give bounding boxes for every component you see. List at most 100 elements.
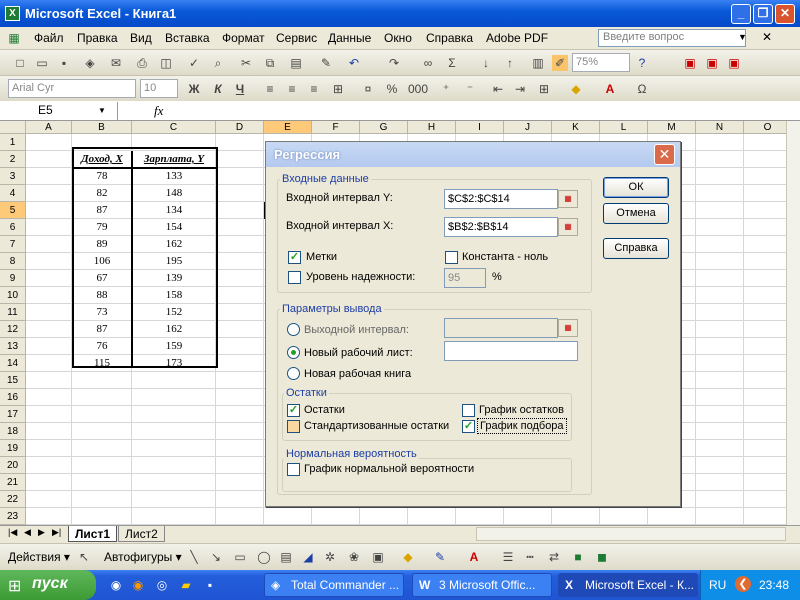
new-book-radio[interactable] bbox=[287, 367, 300, 380]
percent-icon[interactable]: % bbox=[384, 81, 400, 97]
income-cell[interactable]: 82 bbox=[72, 185, 132, 202]
input-x-field[interactable]: $B$2:$B$14 bbox=[444, 217, 558, 237]
decrease-decimal-icon[interactable]: ⁻ bbox=[462, 81, 478, 97]
next-sheet-icon[interactable]: ▶ bbox=[38, 527, 45, 538]
residuals-checkbox[interactable]: ✓ bbox=[287, 404, 300, 417]
autosum-icon[interactable]: Σ bbox=[444, 55, 460, 71]
spelling-icon[interactable]: ✓ bbox=[186, 55, 202, 71]
decrease-indent-icon[interactable]: ⇤ bbox=[490, 81, 506, 97]
drawing-icon[interactable]: ✐ bbox=[552, 55, 568, 71]
row-header-20[interactable]: 20 bbox=[0, 457, 26, 474]
merge-center-icon[interactable]: ⊞ bbox=[330, 81, 346, 97]
permission-icon[interactable]: ◈ bbox=[82, 55, 98, 71]
help-icon[interactable]: ? bbox=[634, 55, 650, 71]
preview-icon[interactable]: ◫ bbox=[158, 55, 174, 71]
pdf-email-icon[interactable]: ▣ bbox=[704, 55, 720, 71]
task-microsoft-excel[interactable]: X Microsoft Excel - К... bbox=[558, 573, 698, 597]
row-header-23[interactable]: 23 bbox=[0, 508, 26, 525]
comma-style-icon[interactable]: 000 bbox=[408, 81, 428, 97]
line-icon[interactable]: ╲ bbox=[186, 549, 202, 565]
income-cell[interactable]: 115 bbox=[72, 355, 132, 372]
column-header-e[interactable]: E bbox=[264, 121, 312, 134]
column-header-i[interactable]: I bbox=[456, 121, 504, 134]
row-header-3[interactable]: 3 bbox=[0, 168, 26, 185]
row-header-18[interactable]: 18 bbox=[0, 423, 26, 440]
ok-button[interactable]: ОК bbox=[603, 177, 669, 198]
research-icon[interactable]: ⌕ bbox=[210, 55, 226, 71]
oval-icon[interactable]: ◯ bbox=[256, 549, 272, 565]
help-button[interactable]: Справка bbox=[603, 238, 669, 259]
align-center-icon[interactable]: ≡ bbox=[284, 81, 300, 97]
fill-color-icon[interactable]: ◆ bbox=[568, 81, 584, 97]
output-range-collapse-icon[interactable]: ▦ bbox=[558, 319, 578, 337]
salary-cell[interactable]: 133 bbox=[132, 168, 216, 185]
line-style-icon[interactable]: ☰ bbox=[500, 549, 516, 565]
3d-icon[interactable]: ◼ bbox=[594, 549, 610, 565]
salary-cell[interactable]: 195 bbox=[132, 253, 216, 270]
align-right-icon[interactable]: ≡ bbox=[306, 81, 322, 97]
horizontal-scrollbar[interactable] bbox=[476, 527, 786, 541]
doc-close-icon[interactable]: ✕ bbox=[762, 30, 772, 44]
undo-icon[interactable]: ↶ bbox=[346, 55, 362, 71]
income-cell[interactable]: 89 bbox=[72, 236, 132, 253]
column-header-c[interactable]: C bbox=[132, 121, 216, 134]
row-header-9[interactable]: 9 bbox=[0, 270, 26, 287]
menu-window[interactable]: Окно bbox=[384, 31, 412, 45]
picture-icon[interactable]: ▣ bbox=[370, 549, 386, 565]
normal-plot-checkbox[interactable] bbox=[287, 463, 300, 476]
tray-arrow-icon[interactable]: ❮ bbox=[735, 576, 751, 592]
borders-icon[interactable]: ⊞ bbox=[536, 81, 552, 97]
autoshapes-menu[interactable]: Автофигуры ▾ bbox=[104, 550, 182, 564]
income-header-cell[interactable]: Доход, X bbox=[72, 151, 132, 168]
income-cell[interactable]: 67 bbox=[72, 270, 132, 287]
increase-indent-icon[interactable]: ⇥ bbox=[512, 81, 528, 97]
row-header-1[interactable]: 1 bbox=[0, 134, 26, 151]
arrow-style-icon[interactable]: ⇄ bbox=[546, 549, 562, 565]
quicklaunch-ie-icon[interactable]: ◉ bbox=[108, 577, 124, 593]
confidence-checkbox[interactable] bbox=[288, 271, 301, 284]
menu-tools[interactable]: Сервис bbox=[276, 31, 317, 45]
fit-plot-checkbox[interactable]: ✓ bbox=[462, 420, 475, 433]
pdf-review-icon[interactable]: ▣ bbox=[726, 55, 742, 71]
select-all-corner[interactable] bbox=[0, 121, 26, 134]
salary-cell[interactable]: 173 bbox=[132, 355, 216, 372]
row-header-12[interactable]: 12 bbox=[0, 321, 26, 338]
line-color-icon[interactable]: ✎ bbox=[432, 549, 448, 565]
salary-cell[interactable]: 159 bbox=[132, 338, 216, 355]
sheet-tab-1[interactable]: Лист1 bbox=[68, 526, 118, 542]
bold-button[interactable]: Ж bbox=[186, 81, 202, 97]
diagram-icon[interactable]: ✲ bbox=[322, 549, 338, 565]
column-header-m[interactable]: M bbox=[648, 121, 696, 134]
new-sheet-field[interactable] bbox=[444, 341, 578, 361]
menu-file[interactable]: Файл bbox=[34, 31, 64, 45]
format-painter-icon[interactable]: ✎ bbox=[318, 55, 334, 71]
confidence-field[interactable]: 95 bbox=[444, 268, 486, 288]
row-header-6[interactable]: 6 bbox=[0, 219, 26, 236]
menu-adobe-pdf[interactable]: Adobe PDF bbox=[486, 31, 548, 45]
row-header-7[interactable]: 7 bbox=[0, 236, 26, 253]
column-header-h[interactable]: H bbox=[408, 121, 456, 134]
font-size-select[interactable]: 10 bbox=[140, 79, 178, 98]
restore-button[interactable]: ❐ bbox=[753, 4, 773, 24]
menu-help[interactable]: Справка bbox=[426, 31, 473, 45]
align-left-icon[interactable]: ≡ bbox=[262, 81, 278, 97]
sort-desc-icon[interactable]: ↑ bbox=[502, 55, 518, 71]
underline-button[interactable]: Ч bbox=[232, 81, 248, 97]
income-cell[interactable]: 78 bbox=[72, 168, 132, 185]
hyperlink-icon[interactable]: ∞ bbox=[420, 55, 436, 71]
cut-icon[interactable]: ✂ bbox=[238, 55, 254, 71]
minimize-button[interactable]: _ bbox=[731, 4, 751, 24]
save-icon[interactable]: ▪ bbox=[56, 55, 72, 71]
output-range-radio[interactable] bbox=[287, 323, 300, 336]
print-icon[interactable]: ⎙ bbox=[134, 55, 150, 71]
function-icon[interactable]: fx bbox=[154, 103, 163, 119]
shadow-icon[interactable]: ■ bbox=[570, 549, 586, 565]
menu-view[interactable]: Вид bbox=[130, 31, 152, 45]
task-microsoft-office[interactable]: W 3 Microsoft Offic... bbox=[412, 573, 552, 597]
copy-icon[interactable]: ⧉ bbox=[262, 55, 278, 71]
residual-plot-checkbox[interactable] bbox=[462, 404, 475, 417]
clipart-icon[interactable]: ❀ bbox=[346, 549, 362, 565]
row-header-19[interactable]: 19 bbox=[0, 440, 26, 457]
salary-header-cell[interactable]: Зарплата, Y bbox=[132, 151, 216, 168]
dialog-close-button[interactable]: ✕ bbox=[654, 144, 675, 165]
